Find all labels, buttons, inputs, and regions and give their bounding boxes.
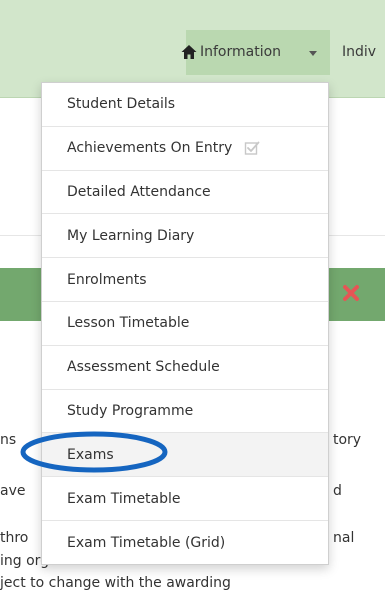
menu-item-label: Lesson Timetable <box>67 315 190 332</box>
menu-item-label: My Learning Diary <box>67 227 195 244</box>
menu-item-lesson-timetable[interactable]: Lesson Timetable <box>42 302 328 346</box>
menu-item-label: Exam Timetable (Grid) <box>67 534 226 551</box>
nav-individual-label[interactable]: Indiv <box>342 44 376 60</box>
menu-item-label: Student Details <box>67 96 176 113</box>
close-icon[interactable] <box>340 282 362 304</box>
background-text-fragment: thro <box>0 530 29 546</box>
menu-item-detailed-attendance[interactable]: Detailed Attendance <box>42 171 328 215</box>
menu-item-exams[interactable]: Exams <box>42 433 328 478</box>
background-text-fragment: ns <box>0 432 17 448</box>
menu-item-label: Enrolments <box>67 271 147 288</box>
nav-information-label[interactable]: Information <box>200 44 281 60</box>
information-dropdown-menu: Student Details Achievements On Entry De… <box>41 82 329 565</box>
background-text-line: ject to change with the awarding <box>0 575 231 591</box>
menu-item-achievements-on-entry[interactable]: Achievements On Entry <box>42 127 328 171</box>
menu-item-assessment-schedule[interactable]: Assessment Schedule <box>42 346 328 390</box>
menu-item-exam-timetable-grid[interactable]: Exam Timetable (Grid) <box>42 521 328 565</box>
checkbox-icon <box>244 140 260 156</box>
menu-item-label: Detailed Attendance <box>67 183 211 200</box>
background-text-fragment: d <box>333 483 342 499</box>
menu-item-enrolments[interactable]: Enrolments <box>42 258 328 302</box>
menu-item-label: Exams <box>67 446 114 463</box>
menu-item-label: Exam Timetable <box>67 490 181 507</box>
menu-item-study-programme[interactable]: Study Programme <box>42 390 328 434</box>
background-text-fragment: ave <box>0 483 26 499</box>
menu-item-my-learning-diary[interactable]: My Learning Diary <box>42 214 328 259</box>
caret-down-icon[interactable] <box>309 51 317 56</box>
menu-item-student-details[interactable]: Student Details <box>42 83 328 127</box>
menu-item-label: Study Programme <box>67 402 194 419</box>
background-text-fragment: nal <box>333 530 355 546</box>
menu-item-exam-timetable[interactable]: Exam Timetable <box>42 477 328 521</box>
menu-item-label: Assessment Schedule <box>67 359 220 376</box>
home-icon[interactable] <box>180 43 198 61</box>
menu-item-label: Achievements On Entry <box>67 140 233 157</box>
background-text-fragment: tory <box>333 432 362 448</box>
